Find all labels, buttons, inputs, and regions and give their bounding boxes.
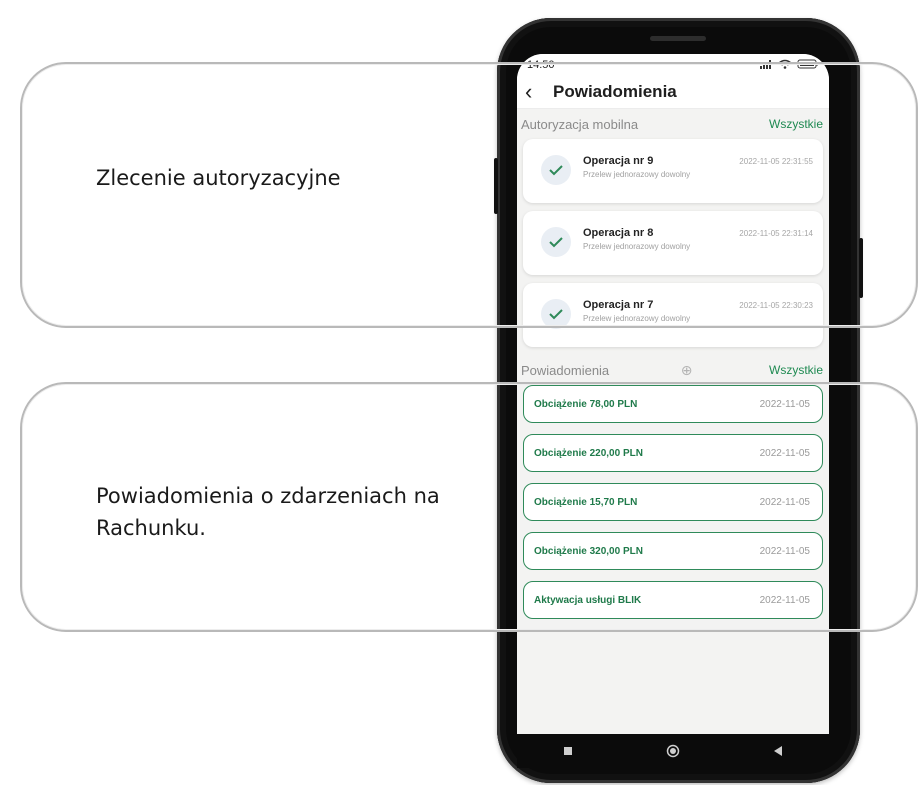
auth-all-link[interactable]: Wszystkie xyxy=(769,117,823,131)
page-title: Powiadomienia xyxy=(553,82,677,101)
auth-item-date: 2022-11-05 22:30:23 xyxy=(739,301,813,310)
phone-screen: 14:50 ‹ Powiadomienia Autoryzacja mobiln… xyxy=(517,54,829,734)
auth-item-7[interactable]: Operacja nr 7 Przelew jednorazowy dowoln… xyxy=(523,283,823,347)
status-time: 14:50 xyxy=(527,59,555,71)
auth-item-title: Operacja nr 7 xyxy=(583,299,654,311)
notif-section-header: Powiadomienia ⊕ Wszystkie xyxy=(517,355,829,385)
notif-item-title: Obciążenie 220,00 PLN xyxy=(534,447,643,459)
notif-item-title: Obciążenie 320,00 PLN xyxy=(534,545,643,557)
notif-item-title: Aktywacja usługi BLIK xyxy=(534,594,642,606)
notif-item[interactable]: Obciążenie 220,00 PLN 2022-11-05 xyxy=(523,434,823,472)
notif-item-date: 2022-11-05 xyxy=(759,496,810,508)
check-icon xyxy=(541,155,571,185)
auth-item-subtitle: Przelew jednorazowy dowolny xyxy=(583,242,691,251)
notif-item[interactable]: Aktywacja usługi BLIK 2022-11-05 xyxy=(523,581,823,619)
status-bar: 14:50 xyxy=(517,54,829,76)
signal-icon xyxy=(759,59,773,72)
check-icon xyxy=(541,299,571,329)
notif-item[interactable]: Obciążenie 78,00 PLN 2022-11-05 xyxy=(523,385,823,423)
notif-item-date: 2022-11-05 xyxy=(759,447,810,459)
add-circle-icon: ⊕ xyxy=(680,361,693,378)
notif-item-date: 2022-11-05 xyxy=(759,594,810,606)
auth-item-subtitle: Przelew jednorazowy dowolny xyxy=(583,170,691,179)
auth-item-subtitle: Przelew jednorazowy dowolny xyxy=(583,314,691,323)
notif-all-link[interactable]: Wszystkie xyxy=(769,363,823,377)
recents-icon[interactable] xyxy=(563,746,573,756)
chevron-left-icon[interactable]: ‹ xyxy=(525,77,549,107)
home-icon[interactable] xyxy=(666,744,680,758)
check-icon xyxy=(541,227,571,257)
wifi-icon xyxy=(778,59,792,72)
auth-item-date: 2022-11-05 22:31:14 xyxy=(739,229,813,238)
phone-frame: 14:50 ‹ Powiadomienia Autoryzacja mobiln… xyxy=(494,18,863,783)
android-nav-bar xyxy=(517,734,829,768)
volume-button xyxy=(494,158,498,214)
auth-item-9[interactable]: Operacja nr 9 Przelew jednorazowy dowoln… xyxy=(523,139,823,203)
auth-section-header: Autoryzacja mobilna Wszystkie xyxy=(517,109,829,139)
auth-item-date: 2022-11-05 22:31:55 xyxy=(739,157,813,166)
notif-section-title: Powiadomienia xyxy=(521,362,610,378)
auth-item-title: Operacja nr 9 xyxy=(583,155,654,167)
power-button xyxy=(859,238,863,298)
notif-item[interactable]: Obciążenie 15,70 PLN 2022-11-05 xyxy=(523,483,823,521)
notif-item-date: 2022-11-05 xyxy=(759,545,810,557)
callout-label-notifications: Powiadomienia o zdarzeniach na Rachunku. xyxy=(96,484,440,540)
notif-item-date: 2022-11-05 xyxy=(759,398,810,410)
notif-item[interactable]: Obciążenie 320,00 PLN 2022-11-05 xyxy=(523,532,823,570)
auth-item-8[interactable]: Operacja nr 8 Przelew jednorazowy dowoln… xyxy=(523,211,823,275)
auth-section-title: Autoryzacja mobilna xyxy=(521,116,639,132)
phone-speaker xyxy=(650,36,706,41)
notif-item-title: Obciążenie 15,70 PLN xyxy=(534,496,638,508)
back-triangle-icon[interactable] xyxy=(773,745,783,757)
battery-icon xyxy=(797,59,819,72)
callout-label-authorization: Zlecenie autoryzacyjne xyxy=(96,166,341,190)
app-header: ‹ Powiadomienia xyxy=(517,76,829,109)
auth-item-title: Operacja nr 8 xyxy=(583,227,654,239)
notif-item-title: Obciążenie 78,00 PLN xyxy=(534,398,638,410)
